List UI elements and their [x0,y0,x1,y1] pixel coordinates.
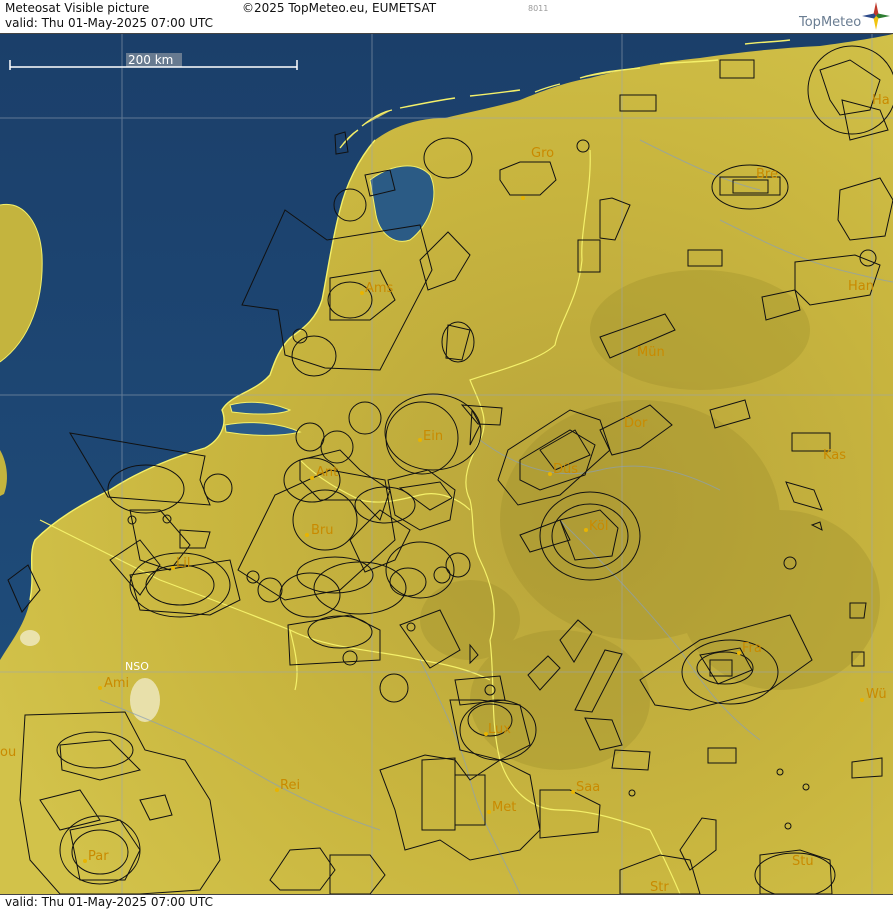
city-label[interactable]: Ha [872,93,890,108]
city-label[interactable]: Stu [792,854,814,869]
city-label[interactable]: Ant [316,465,338,480]
city-label[interactable]: Mün [637,345,665,360]
city-label[interactable]: Düs [553,462,578,477]
image-code: 8011 [528,4,549,13]
satellite-map[interactable]: Gro Bre Ha Ams Han Mün Ein Dor Ant Düs K… [0,34,893,894]
scale-label: 200 km [128,53,173,67]
city-label[interactable]: Fra [742,641,762,656]
valid-time: valid: Thu 01-May-2025 07:00 UTC [5,16,214,30]
city-label[interactable]: Bru [311,523,334,538]
city-label[interactable]: Ams [365,281,394,296]
city-label[interactable]: Lux [488,722,511,737]
city-label[interactable]: Gro [531,146,554,161]
city-label[interactable]: Ein [423,429,443,444]
product-title: Meteosat Visible picture [5,1,150,15]
city-label[interactable]: Ami [104,676,129,691]
city-label[interactable]: Kas [823,448,846,463]
compass-logo-icon [862,2,890,30]
footer-valid-time: valid: Thu 01-May-2025 07:00 UTC [5,895,214,909]
city-label[interactable]: Par [88,849,109,864]
city-label[interactable]: NSO [125,660,149,673]
brand-name[interactable]: TopMeteo [799,15,861,30]
city-label[interactable]: Str [650,880,669,894]
city-label[interactable]: Dor [624,416,648,431]
city-label[interactable]: Rei [280,778,300,793]
city-label[interactable]: Wü [866,687,887,702]
city-label[interactable]: Han [848,279,874,294]
city-label[interactable]: Met [492,800,516,815]
city-label[interactable]: ou [0,745,16,760]
city-label[interactable]: Köl [589,519,608,534]
city-label[interactable]: Lil [176,556,190,571]
city-label[interactable]: Saa [576,780,600,795]
map-footer: valid: Thu 01-May-2025 07:00 UTC [0,894,893,910]
map-header: Meteosat Visible picture valid: Thu 01-M… [0,0,893,34]
copyright-text: ©2025 TopMeteo.eu, EUMETSAT [242,1,437,15]
city-label[interactable]: Bre [756,167,778,182]
